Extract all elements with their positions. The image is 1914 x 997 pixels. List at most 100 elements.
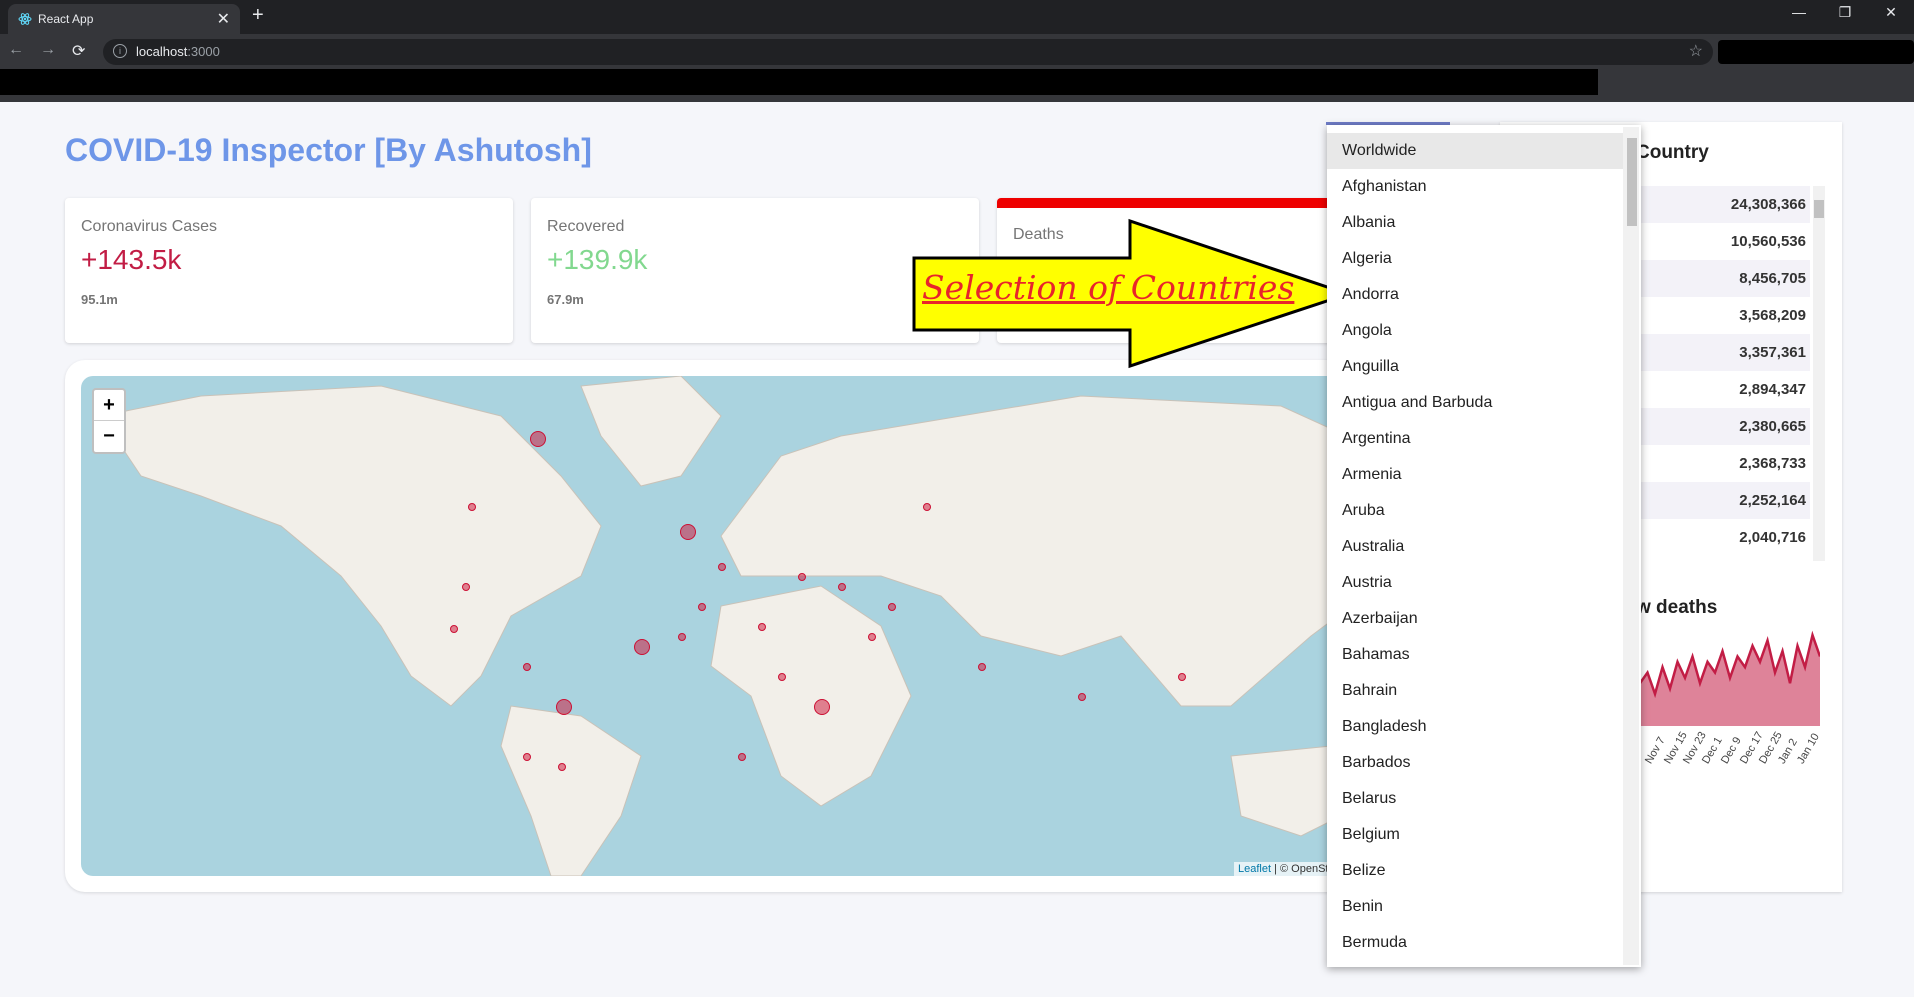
dropdown-option[interactable]: Argentina: [1327, 421, 1623, 457]
dropdown-option[interactable]: Belize: [1327, 853, 1623, 889]
map-marker[interactable]: [978, 663, 986, 671]
attribution-text: | © OpenSt: [1271, 863, 1329, 875]
map-marker[interactable]: [468, 503, 476, 511]
table-row: 3,568,209: [1640, 297, 1810, 334]
map-marker[interactable]: [556, 699, 572, 715]
dropdown-option[interactable]: Australia: [1327, 529, 1623, 565]
dropdown-option[interactable]: Benin: [1327, 889, 1623, 925]
map-marker[interactable]: [923, 503, 931, 511]
dropdown-option-label: Bahrain: [1342, 682, 1398, 699]
table-scroll-thumb[interactable]: [1814, 200, 1824, 218]
map-marker[interactable]: [888, 603, 896, 611]
table-row: 8,456,705: [1640, 260, 1810, 297]
tab-close-icon[interactable]: ✕: [217, 9, 230, 29]
leaflet-link[interactable]: Leaflet: [1238, 863, 1271, 875]
dropdown-option[interactable]: Bahrain: [1327, 673, 1623, 709]
annotation-text: Selection of Countries: [922, 268, 1295, 307]
dropdown-option[interactable]: Belarus: [1327, 781, 1623, 817]
dropdown-option[interactable]: Algeria: [1327, 241, 1623, 277]
map-marker[interactable]: [758, 623, 766, 631]
card-title: Coronavirus Cases: [81, 218, 218, 235]
bookmark-star-icon[interactable]: ☆: [1689, 41, 1703, 61]
map-marker[interactable]: [523, 663, 531, 671]
reload-button[interactable]: ⟳: [72, 41, 85, 61]
dropdown-scroll-thumb[interactable]: [1627, 138, 1637, 226]
map-marker[interactable]: [798, 573, 806, 581]
map-marker[interactable]: [718, 563, 726, 571]
dropdown-option-label: Algeria: [1342, 250, 1392, 267]
cases-card[interactable]: Coronavirus Cases +143.5k 95.1m: [65, 198, 513, 343]
new-tab-button[interactable]: +: [252, 4, 264, 27]
zoom-out-button[interactable]: −: [94, 421, 124, 451]
forward-button[interactable]: →: [40, 41, 56, 59]
dropdown-option[interactable]: Antigua and Barbuda: [1327, 385, 1623, 421]
table-row: 2,040,716: [1640, 519, 1810, 556]
table-row: 2,380,665: [1640, 408, 1810, 445]
map-marker[interactable]: [523, 753, 531, 761]
dropdown-option[interactable]: Barbados: [1327, 745, 1623, 781]
dropdown-option[interactable]: Andorra: [1327, 277, 1623, 313]
react-logo-icon: [18, 13, 32, 25]
map-marker[interactable]: [738, 753, 746, 761]
table-scrollbar[interactable]: [1813, 186, 1825, 561]
map-marker[interactable]: [698, 603, 706, 611]
dropdown-option[interactable]: Bahamas: [1327, 637, 1623, 673]
dropdown-option[interactable]: Angola: [1327, 313, 1623, 349]
dropdown-option-label: Worldwide: [1342, 142, 1417, 159]
redacted-profile-area: [1718, 40, 1914, 64]
dropdown-option[interactable]: Albania: [1327, 205, 1623, 241]
table-cell-value: 2,380,665: [1739, 418, 1806, 435]
dropdown-option[interactable]: Azerbaijan: [1327, 601, 1623, 637]
dropdown-option[interactable]: Armenia: [1327, 457, 1623, 493]
dropdown-option[interactable]: Worldwide: [1327, 133, 1623, 169]
redacted-bookmarks: [0, 69, 1598, 95]
dropdown-option[interactable]: Belgium: [1327, 817, 1623, 853]
dropdown-option-label: Andorra: [1342, 286, 1399, 303]
map-marker[interactable]: [462, 583, 470, 591]
table-cell-value: 2,368,733: [1739, 455, 1806, 472]
world-map[interactable]: [81, 376, 1391, 876]
dropdown-option-label: Afghanistan: [1342, 178, 1427, 195]
map-marker[interactable]: [450, 625, 458, 633]
map-marker[interactable]: [778, 673, 786, 681]
dropdown-option[interactable]: Anguilla: [1327, 349, 1623, 385]
map-marker[interactable]: [558, 763, 566, 771]
dropdown-option-label: Anguilla: [1342, 358, 1399, 375]
dropdown-option[interactable]: Afghanistan: [1327, 169, 1623, 205]
url-input[interactable]: i localhost:3000 ☆: [103, 39, 1713, 65]
card-value: +143.5k: [81, 244, 182, 275]
map-marker[interactable]: [680, 524, 696, 540]
map-marker[interactable]: [838, 583, 846, 591]
table-cell-value: 10,560,536: [1730, 233, 1806, 250]
minimize-button[interactable]: —: [1784, 4, 1814, 20]
dropdown-option-label: Belarus: [1342, 790, 1397, 807]
country-table-title: Country: [1636, 142, 1709, 163]
map-marker[interactable]: [634, 639, 650, 655]
deaths-chart: [1640, 630, 1820, 726]
country-dropdown-list[interactable]: Worldwide Afghanistan Albania Algeria Andorr…: [1327, 125, 1641, 967]
dropdown-scrollbar[interactable]: [1623, 127, 1639, 965]
map-marker[interactable]: [1178, 673, 1186, 681]
browser-tab[interactable]: React App ✕: [8, 4, 240, 34]
map-marker[interactable]: [868, 633, 876, 641]
dropdown-option-label: Belgium: [1342, 826, 1400, 843]
window-close-button[interactable]: ✕: [1876, 4, 1906, 21]
table-row: 2,368,733: [1640, 445, 1810, 482]
map-marker[interactable]: [814, 699, 830, 715]
dropdown-option-label: Bahamas: [1342, 646, 1410, 663]
zoom-in-button[interactable]: +: [94, 390, 124, 421]
back-button[interactable]: ←: [8, 41, 24, 59]
dropdown-option[interactable]: Aruba: [1327, 493, 1623, 529]
restore-button[interactable]: ❐: [1830, 4, 1860, 21]
map-marker[interactable]: [1078, 693, 1086, 701]
dropdown-option-label: Armenia: [1342, 466, 1402, 483]
dropdown-option[interactable]: Bangladesh: [1327, 709, 1623, 745]
info-icon[interactable]: i: [113, 44, 127, 58]
dropdown-option-label: Argentina: [1342, 430, 1411, 447]
map-marker[interactable]: [678, 633, 686, 641]
map-marker[interactable]: [530, 431, 546, 447]
table-cell-value: 2,894,347: [1739, 381, 1806, 398]
dropdown-option[interactable]: Bermuda: [1327, 925, 1623, 961]
dropdown-option-label: Antigua and Barbuda: [1342, 394, 1493, 411]
dropdown-option[interactable]: Austria: [1327, 565, 1623, 601]
